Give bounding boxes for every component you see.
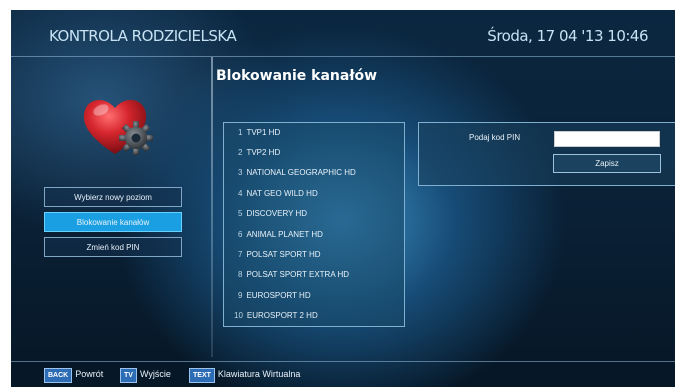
footer-exit-label: Wyjście (139, 369, 171, 379)
footer-exit[interactable]: TV Wyjście (120, 368, 171, 383)
screen-title: KONTROLA RODZICIELSKA (49, 27, 237, 45)
channel-number: 6 (238, 230, 243, 239)
menu-item-label: Wybierz nowy poziom (74, 193, 152, 202)
channel-number: 1 (238, 128, 243, 137)
channel-number: 2 (238, 148, 243, 157)
channel-number: 8 (238, 270, 243, 279)
menu-item-change-pin[interactable]: Zmień kod PIN (44, 237, 182, 257)
menu-item-label: Zmień kod PIN (86, 243, 140, 252)
pin-label: Podaj kod PIN (469, 133, 521, 142)
channel-number: 9 (238, 291, 243, 300)
footer-back-label: Powrót (75, 369, 104, 379)
heart-gear-icon (79, 94, 159, 160)
footer-back[interactable]: BACK Powrót (44, 368, 103, 383)
channel-item[interactable]: 5 DISCOVERY HD (238, 209, 307, 218)
channel-name: ANIMAL PLANET HD (246, 230, 323, 239)
channel-name: TVP1 HD (246, 128, 281, 137)
menu-item-new-level[interactable]: Wybierz nowy poziom (44, 187, 182, 207)
channel-name: POLSAT SPORT EXTRA HD (246, 270, 350, 279)
channel-item[interactable]: 3 NATIONAL GEOGRAPHIC HD (238, 168, 356, 177)
channel-name: EUROSPORT 2 HD (246, 311, 318, 320)
save-button[interactable]: Zapisz (553, 154, 661, 173)
footer-keyboard-label: Klawiatura Wirtualna (217, 369, 301, 379)
menu-item-channel-blocking[interactable]: Blokowanie kanałów (44, 212, 182, 232)
channel-name: NATIONAL GEOGRAPHIC HD (246, 168, 356, 177)
left-column-divider (211, 57, 213, 357)
channel-number: 5 (238, 209, 243, 218)
menu-item-label: Blokowanie kanałów (76, 218, 150, 227)
channel-item[interactable]: 7 POLSAT SPORT HD (238, 250, 321, 259)
channel-name: TVP2 HD (246, 148, 281, 157)
footer-bar: BACK Powrót TV Wyjście TEXT Klawiatura Wirt… (11, 362, 675, 387)
channel-list: 1 TVP1 HD 2 TVP2 HD 3 NATIONAL GEOGRAPHIC H… (223, 122, 405, 327)
pin-panel: Podaj kod PIN Zapisz (418, 122, 675, 186)
back-key-icon: BACK (44, 368, 73, 383)
channel-item[interactable]: 9 EUROSPORT HD (238, 291, 311, 300)
channel-item[interactable]: 6 ANIMAL PLANET HD (238, 230, 323, 239)
header-divider (11, 56, 675, 57)
channel-name: EUROSPORT HD (246, 291, 311, 300)
channel-name: NAT GEO WILD HD (246, 189, 318, 198)
footer-keyboard[interactable]: TEXT Klawiatura Wirtualna (189, 368, 300, 383)
section-title: Blokowanie kanałów (216, 68, 378, 84)
tv-key-icon: TV (120, 368, 137, 383)
channel-number: 3 (238, 168, 243, 177)
channel-number: 10 (234, 311, 243, 320)
channel-name: POLSAT SPORT HD (246, 250, 321, 259)
tv-screen: KONTROLA RODZICIELSKA Środa, 17 04 '13 1… (11, 10, 675, 387)
text-key-icon: TEXT (189, 368, 215, 383)
channel-item[interactable]: 2 TVP2 HD (238, 148, 280, 157)
channel-number: 7 (238, 250, 243, 259)
date-time: Środa, 17 04 '13 10:46 (487, 27, 648, 45)
channel-number: 4 (238, 189, 243, 198)
pin-input[interactable] (554, 131, 660, 147)
channel-item[interactable]: 10 EUROSPORT 2 HD (234, 311, 318, 320)
channel-item[interactable]: 1 TVP1 HD (238, 128, 280, 137)
channel-item[interactable]: 8 POLSAT SPORT EXTRA HD (238, 270, 349, 279)
channel-item[interactable]: 4 NAT GEO WILD HD (238, 189, 318, 198)
channel-name: DISCOVERY HD (246, 209, 308, 218)
